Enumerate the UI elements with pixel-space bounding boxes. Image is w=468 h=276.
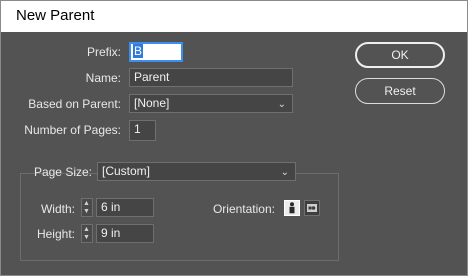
number-of-pages-label: Number of Pages: bbox=[24, 123, 121, 137]
based-on-parent-value: [None] bbox=[134, 96, 170, 110]
width-input[interactable]: 6 in bbox=[96, 198, 154, 217]
portrait-orientation-icon[interactable] bbox=[284, 200, 300, 216]
caret-up-icon[interactable]: ▲ bbox=[83, 200, 90, 208]
caret-down-icon[interactable]: ▼ bbox=[83, 208, 90, 216]
orientation-label: Orientation: bbox=[212, 202, 275, 216]
name-label: Name: bbox=[85, 71, 121, 85]
name-input[interactable]: Parent bbox=[129, 68, 293, 87]
number-of-pages-value: 1 bbox=[134, 122, 141, 136]
name-value: Parent bbox=[134, 70, 170, 84]
height-stepper[interactable]: ▲ ▼ bbox=[81, 224, 93, 243]
reset-button[interactable]: Reset bbox=[355, 78, 445, 104]
caret-up-icon[interactable]: ▲ bbox=[83, 226, 90, 234]
ok-button[interactable]: OK bbox=[355, 42, 445, 68]
prefix-value: B bbox=[133, 44, 144, 58]
landscape-orientation-icon[interactable] bbox=[304, 200, 320, 216]
width-value: 6 in bbox=[101, 200, 121, 214]
prefix-input[interactable]: B bbox=[129, 42, 183, 62]
caret-down-icon[interactable]: ▼ bbox=[83, 234, 90, 242]
dialog-body: Prefix: B Name: Parent Based on Parent: … bbox=[1, 32, 467, 275]
height-label: Height: bbox=[36, 227, 75, 241]
prefix-label: Prefix: bbox=[86, 45, 121, 59]
title-bar: New Parent bbox=[1, 1, 467, 32]
new-parent-dialog: New Parent Prefix: B Name: Parent Based … bbox=[0, 0, 468, 276]
height-input[interactable]: 9 in bbox=[96, 224, 154, 243]
dialog-title: New Parent bbox=[16, 7, 95, 24]
page-size-value: [Custom] bbox=[102, 164, 151, 178]
based-on-parent-select[interactable]: [None] ⌄ bbox=[129, 94, 293, 113]
number-of-pages-input[interactable]: 1 bbox=[129, 120, 156, 141]
width-label: Width: bbox=[40, 202, 75, 216]
page-size-select[interactable]: [Custom] ⌄ bbox=[97, 162, 296, 181]
chevron-down-icon: ⌄ bbox=[280, 167, 289, 178]
height-value: 9 in bbox=[101, 226, 121, 240]
chevron-down-icon: ⌄ bbox=[277, 99, 286, 110]
based-on-parent-label: Based on Parent: bbox=[28, 97, 121, 111]
page-size-label: Page Size: bbox=[33, 165, 92, 179]
width-stepper[interactable]: ▲ ▼ bbox=[81, 198, 93, 217]
